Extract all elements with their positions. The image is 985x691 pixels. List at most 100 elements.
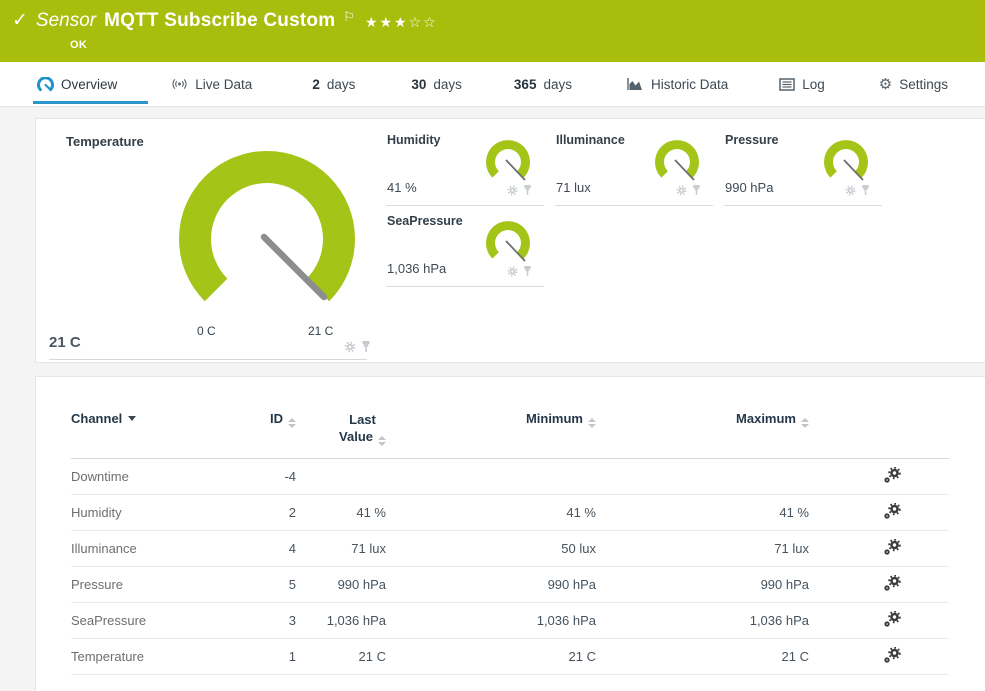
gauge-current-value: 71 lux bbox=[556, 180, 591, 195]
channel-minimum-cell: 50 lux bbox=[386, 531, 596, 567]
area-chart-icon bbox=[627, 76, 644, 92]
column-header-last-value[interactable]: Last Value bbox=[296, 397, 386, 459]
channel-id-cell: 1 bbox=[256, 639, 296, 675]
sort-icon bbox=[588, 418, 596, 428]
stars-empty: ☆☆ bbox=[409, 14, 438, 30]
tab-live-data[interactable]: Live Data bbox=[167, 76, 256, 92]
channel-actions-cell bbox=[809, 495, 949, 531]
tab-2-days[interactable]: 2 days bbox=[308, 77, 359, 92]
channel-name-cell: Pressure bbox=[71, 567, 256, 603]
small-gauge-cell: SeaPressure 1,036 hPa bbox=[386, 208, 546, 289]
column-header-channel[interactable]: Channel bbox=[71, 397, 256, 459]
channel-settings-gears-icon[interactable] bbox=[883, 539, 901, 559]
channel-maximum-cell: 21 C bbox=[596, 639, 809, 675]
gauges-panel: Temperature 0 C 21 C 21 C bbox=[35, 118, 985, 363]
sort-desc-icon bbox=[128, 416, 136, 421]
small-gauge-cell: Humidity 41 % bbox=[386, 127, 546, 208]
column-label: Minimum bbox=[526, 411, 583, 426]
tab-settings[interactable]: ⚙ Settings bbox=[875, 77, 952, 92]
column-header-maximum[interactable]: Maximum bbox=[596, 397, 809, 459]
channel-settings-gears-icon[interactable] bbox=[883, 575, 901, 595]
gauge-scale-max: 21 C bbox=[308, 324, 333, 338]
sensor-header: ✓ Sensor MQTT Subscribe Custom ⚐ ★★★☆☆ O… bbox=[0, 0, 985, 62]
gauge-name: Humidity bbox=[387, 133, 440, 147]
column-label: Channel bbox=[71, 411, 122, 426]
gauge-pin-icon[interactable] bbox=[692, 183, 701, 201]
active-tab-indicator bbox=[33, 101, 148, 104]
gauge-pin-icon[interactable] bbox=[861, 183, 870, 201]
channel-row: SeaPressure 3 1,036 hPa 1,036 hPa 1,036 … bbox=[71, 603, 949, 639]
column-header-minimum[interactable]: Minimum bbox=[386, 397, 596, 459]
column-label: ID bbox=[270, 411, 283, 426]
channel-maximum-cell: 990 hPa bbox=[596, 567, 809, 603]
gauge-pin-icon[interactable] bbox=[523, 264, 532, 282]
small-gauges-grid: Humidity 41 % bbox=[386, 127, 926, 289]
small-gauge-cell: Illuminance 71 lux bbox=[555, 127, 715, 208]
gear-icon: ⚙ bbox=[879, 77, 892, 92]
channel-actions-cell bbox=[809, 567, 949, 603]
channel-name-cell: Downtime bbox=[71, 459, 256, 495]
gauge-name: Pressure bbox=[725, 133, 779, 147]
channel-id-cell: 4 bbox=[256, 531, 296, 567]
small-gauge-cell: Pressure 990 hPa bbox=[724, 127, 884, 208]
channel-settings-gears-icon[interactable] bbox=[883, 503, 901, 523]
gauge-settings-gear-icon[interactable] bbox=[344, 340, 356, 358]
channel-last-value-cell: 71 lux bbox=[296, 531, 386, 567]
tab-30-days[interactable]: 30 days bbox=[407, 77, 466, 92]
tab-day-count: 30 bbox=[411, 77, 426, 92]
tab-label: Settings bbox=[899, 77, 948, 92]
gauge-current-value: 41 % bbox=[387, 180, 417, 195]
gauge-pin-icon[interactable] bbox=[361, 340, 371, 358]
tab-label: days bbox=[433, 77, 462, 92]
channel-row: Temperature 1 21 C 21 C 21 C bbox=[71, 639, 949, 675]
column-label: Value bbox=[339, 429, 373, 444]
primary-gauge-temperature: Temperature 0 C 21 C 21 C bbox=[36, 119, 381, 362]
status-ok-check-icon: ✓ bbox=[12, 8, 28, 34]
log-icon bbox=[778, 76, 795, 92]
tab-log[interactable]: Log bbox=[774, 76, 829, 92]
gauge-settings-gear-icon[interactable] bbox=[676, 183, 687, 201]
channel-table: Channel ID Last Value Minimum bbox=[71, 397, 949, 675]
flag-icon[interactable]: ⚐ bbox=[343, 4, 355, 30]
prtg-sensor-page: ✓ Sensor MQTT Subscribe Custom ⚐ ★★★☆☆ O… bbox=[0, 0, 985, 691]
channel-name-cell: Illuminance bbox=[71, 531, 256, 567]
column-label: Maximum bbox=[736, 411, 796, 426]
channel-maximum-cell: 71 lux bbox=[596, 531, 809, 567]
gauge-divider bbox=[386, 286, 544, 287]
gauge-name: Illuminance bbox=[556, 133, 625, 147]
gauge-settings-gear-icon[interactable] bbox=[845, 183, 856, 201]
tab-365-days[interactable]: 365 days bbox=[510, 77, 576, 92]
gauge-pin-icon[interactable] bbox=[523, 183, 532, 201]
channel-name-cell: SeaPressure bbox=[71, 603, 256, 639]
column-header-actions bbox=[809, 397, 949, 459]
channel-last-value-cell: 21 C bbox=[296, 639, 386, 675]
channel-last-value-cell: 1,036 hPa bbox=[296, 603, 386, 639]
channel-actions-cell bbox=[809, 459, 949, 495]
tab-label: days bbox=[327, 77, 356, 92]
stars-filled: ★★★ bbox=[365, 14, 409, 30]
channel-id-cell: 5 bbox=[256, 567, 296, 603]
gauge-current-value: 990 hPa bbox=[725, 180, 773, 195]
tab-historic-data[interactable]: Historic Data bbox=[623, 76, 732, 92]
tab-overview[interactable]: Overview bbox=[33, 76, 121, 92]
channel-name-cell: Humidity bbox=[71, 495, 256, 531]
gauge-settings-gear-icon[interactable] bbox=[507, 264, 518, 282]
priority-stars[interactable]: ★★★☆☆ bbox=[365, 9, 438, 35]
gauge-divider bbox=[555, 205, 713, 206]
broadcast-icon bbox=[171, 76, 188, 92]
channel-actions-cell bbox=[809, 603, 949, 639]
channel-row: Humidity 2 41 % 41 % 41 % bbox=[71, 495, 949, 531]
tab-label: Log bbox=[802, 77, 825, 92]
gauge-icon bbox=[37, 76, 54, 92]
gauge-current-value: 1,036 hPa bbox=[387, 261, 446, 276]
tab-day-count: 2 bbox=[312, 77, 320, 92]
channel-table-panel: Channel ID Last Value Minimum bbox=[35, 376, 985, 691]
channel-settings-gears-icon[interactable] bbox=[883, 611, 901, 631]
channel-settings-gears-icon[interactable] bbox=[883, 647, 901, 667]
tab-label: Historic Data bbox=[651, 77, 728, 92]
channel-settings-gears-icon[interactable] bbox=[883, 467, 901, 487]
column-header-id[interactable]: ID bbox=[256, 397, 296, 459]
gauge-settings-gear-icon[interactable] bbox=[507, 183, 518, 201]
gauge-current-value: 21 C bbox=[49, 334, 81, 351]
channel-id-cell: 2 bbox=[256, 495, 296, 531]
